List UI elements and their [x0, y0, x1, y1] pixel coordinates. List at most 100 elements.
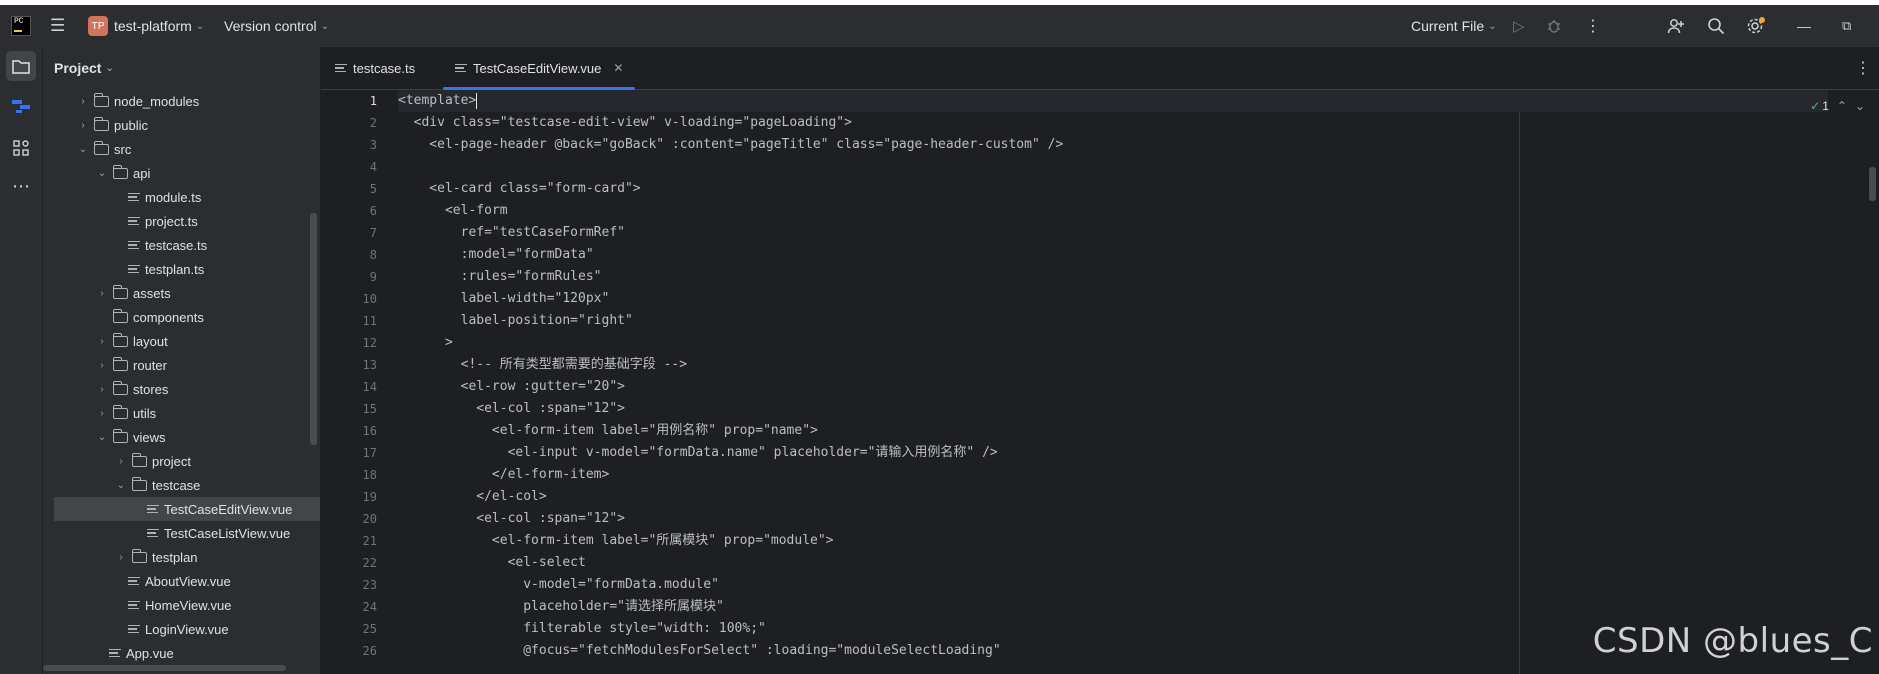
- line-number: 7: [369, 226, 377, 240]
- tree-item-label: project: [152, 453, 192, 469]
- tree-file[interactable]: testplan.ts: [43, 257, 320, 281]
- run-icon[interactable]: ▷: [1513, 5, 1525, 47]
- line-number: 11: [362, 314, 377, 328]
- code-text: <el-input v-model="formData.name" placeh…: [398, 445, 998, 460]
- folder-icon: [93, 116, 109, 131]
- editor-scrollbar[interactable]: [1869, 167, 1876, 201]
- project-switcher[interactable]: TP test-platform ⌄: [88, 5, 204, 47]
- tab-options-icon[interactable]: ⋮: [1855, 47, 1871, 89]
- chevron-down-icon[interactable]: ⌄: [114, 480, 128, 491]
- chevron-right-icon[interactable]: ›: [95, 360, 109, 371]
- structure-icon: [13, 140, 29, 156]
- code-text: </el-form-item>: [398, 467, 610, 482]
- tree-folder[interactable]: ⌄ src: [43, 137, 320, 161]
- tree-file[interactable]: module.ts: [43, 185, 320, 209]
- project-tree-scrollbar[interactable]: [310, 213, 317, 445]
- tree-folder[interactable]: ⌄ api: [43, 161, 320, 185]
- run-config-selector[interactable]: Current File ⌄: [1411, 5, 1497, 47]
- chevron-right-icon[interactable]: ›: [95, 408, 109, 419]
- code-text: >: [398, 335, 453, 350]
- settings-icon[interactable]: [1746, 5, 1765, 47]
- tree-item-label: testcase: [152, 477, 201, 493]
- tree-folder[interactable]: › assets: [43, 281, 320, 305]
- tree-item-label: assets: [133, 285, 171, 301]
- ide-window: PC ☰ TP test-platform ⌄ Version control …: [0, 5, 1879, 674]
- chevron-down-icon[interactable]: ⌄: [95, 168, 109, 179]
- tree-file[interactable]: LoginView.vue: [43, 617, 320, 641]
- tree-folder[interactable]: components: [43, 305, 320, 329]
- add-user-icon[interactable]: [1667, 5, 1685, 47]
- code-text: <el-card class="form-card">: [398, 181, 641, 196]
- tree-file[interactable]: App.vue: [43, 641, 320, 665]
- tree-file[interactable]: TestCaseListView.vue: [43, 521, 320, 545]
- code-line: <template>: [398, 90, 1828, 112]
- code-text: :rules="formRules": [398, 269, 602, 284]
- code-line: <el-form: [398, 200, 508, 222]
- file-icon: [128, 600, 140, 610]
- folder-icon: [131, 452, 147, 467]
- tree-folder[interactable]: › stores: [43, 377, 320, 401]
- debug-icon[interactable]: [1546, 5, 1562, 47]
- run-config-label: Current File: [1411, 18, 1485, 34]
- folder-icon: [112, 428, 128, 443]
- tree-folder[interactable]: ⌄ views: [43, 425, 320, 449]
- tree-file[interactable]: HomeView.vue: [43, 593, 320, 617]
- chevron-right-icon[interactable]: ›: [114, 552, 128, 563]
- main-menu-icon[interactable]: ☰: [50, 5, 65, 47]
- tree-file[interactable]: testcase.ts: [43, 233, 320, 257]
- project-tool-button[interactable]: [6, 51, 36, 81]
- structure-tool-button[interactable]: [6, 133, 36, 163]
- close-icon[interactable]: ✕: [613, 61, 623, 75]
- chevron-right-icon[interactable]: ›: [114, 456, 128, 467]
- chevron-up-icon[interactable]: ⌃: [1837, 99, 1847, 113]
- tree-item-label: api: [133, 165, 151, 181]
- chevron-down-icon[interactable]: ⌄: [95, 432, 109, 443]
- line-number: 13: [362, 358, 377, 372]
- title-bar: PC ☰ TP test-platform ⌄ Version control …: [0, 5, 1879, 47]
- tree-folder[interactable]: › public: [43, 113, 320, 137]
- tree-folder[interactable]: › layout: [43, 329, 320, 353]
- code-line: <el-form-item label="所属模块" prop="module"…: [398, 530, 834, 552]
- chevron-down-icon[interactable]: ⌄: [76, 144, 90, 155]
- line-number: 15: [362, 402, 377, 416]
- search-icon[interactable]: [1707, 5, 1725, 47]
- tab-testcaseeditview-vue[interactable]: TestCaseEditView.vue ✕: [443, 47, 636, 90]
- tab-testcase-ts[interactable]: testcase.ts: [335, 47, 415, 89]
- chevron-right-icon[interactable]: ›: [95, 384, 109, 395]
- code-line: <el-card class="form-card">: [398, 178, 641, 200]
- tree-file[interactable]: TestCaseEditView.vue: [54, 497, 320, 521]
- chevron-down-icon[interactable]: ⌄: [1855, 99, 1865, 113]
- code-text: <el-col :span="12">: [398, 401, 625, 416]
- chevron-right-icon[interactable]: ›: [76, 96, 90, 107]
- tree-folder[interactable]: › project: [43, 449, 320, 473]
- inspection-widget[interactable]: ✓ 1 ⌃ ⌄: [1810, 99, 1865, 113]
- tree-item-label: HomeView.vue: [145, 597, 232, 613]
- chevron-right-icon[interactable]: ›: [95, 336, 109, 347]
- chevron-right-icon[interactable]: ›: [76, 120, 90, 131]
- vcs-menu[interactable]: Version control ⌄: [224, 5, 329, 47]
- line-number: 12: [362, 336, 377, 350]
- tree-file[interactable]: project.ts: [43, 209, 320, 233]
- line-number: 14: [362, 380, 377, 394]
- tree-folder[interactable]: › router: [43, 353, 320, 377]
- code-line: <el-form-item label="用例名称" prop="name">: [398, 420, 818, 442]
- code-view[interactable]: <template> <div class="testcase-edit-vie…: [398, 90, 1828, 674]
- pull-requests-tool-button[interactable]: [6, 91, 36, 121]
- code-text: <!-- 所有类型都需要的基础字段 -->: [398, 357, 688, 372]
- folder-icon: [112, 332, 128, 347]
- tree-folder[interactable]: › testplan: [43, 545, 320, 569]
- more-tools-icon[interactable]: ⋯: [6, 171, 36, 201]
- tree-file[interactable]: AboutView.vue: [43, 569, 320, 593]
- restore-icon[interactable]: ⧉: [1842, 5, 1851, 47]
- line-number: 2: [369, 116, 377, 130]
- tree-folder[interactable]: › node_modules: [43, 89, 320, 113]
- tree-folder[interactable]: › utils: [43, 401, 320, 425]
- code-line: </el-col>: [398, 486, 546, 508]
- minimize-icon[interactable]: —: [1797, 5, 1811, 47]
- project-panel-header[interactable]: Project ⌄: [43, 47, 320, 89]
- more-actions-icon[interactable]: ⋮: [1585, 5, 1601, 47]
- tree-folder[interactable]: ⌄ testcase: [43, 473, 320, 497]
- code-text: label-position="right": [398, 313, 633, 328]
- chevron-right-icon[interactable]: ›: [95, 288, 109, 299]
- project-tree-hscrollbar[interactable]: [43, 665, 286, 671]
